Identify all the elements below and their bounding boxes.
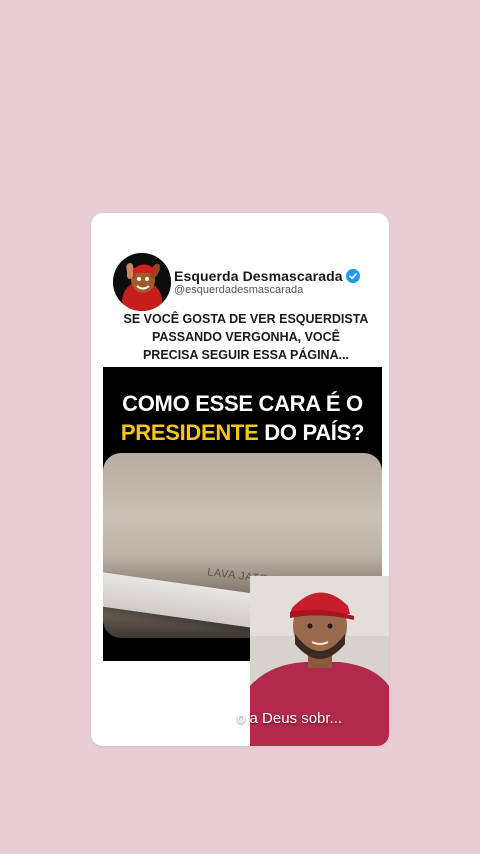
post-card[interactable]: Esquerda Desmascarada @esquerdadesmascar… [91, 213, 389, 746]
headline-highlight: PRESIDENTE [120, 420, 259, 445]
author-row: Esquerda Desmascarada [174, 268, 360, 284]
author-handle[interactable]: @esquerdadesmascarada [174, 284, 303, 296]
author-name[interactable]: Esquerda Desmascarada [174, 268, 343, 284]
video-subtitle: o a Deus sobr... [237, 710, 343, 727]
post-caption: SE VOCÊ GOSTA DE VER ESQUERDISTA PASSAND… [123, 312, 369, 362]
verified-badge-icon [345, 269, 360, 283]
headline-rest: DO PAÍS? [258, 420, 365, 445]
video-headline-line2: PRESIDENTE DO PAÍS? [103, 420, 382, 446]
avatar[interactable] [113, 253, 171, 311]
video-headline-line1: COMO ESSE CARA É O [122, 391, 363, 416]
